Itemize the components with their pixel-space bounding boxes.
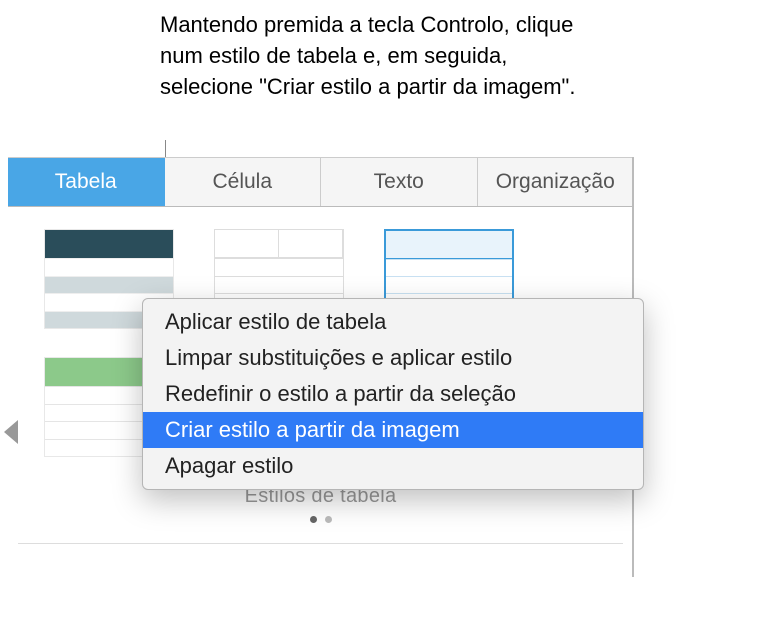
instruction-callout: Mantendo premida a tecla Controlo, cliqu… bbox=[160, 10, 600, 102]
menu-apply-style[interactable]: Aplicar estilo de tabela bbox=[143, 304, 643, 340]
menu-clear-overrides[interactable]: Limpar substituições e aplicar estilo bbox=[143, 340, 643, 376]
tab-text[interactable]: Texto bbox=[321, 158, 478, 206]
page-dot-icon bbox=[325, 516, 332, 523]
inspector-tab-bar: Tabela Célula Texto Organização bbox=[8, 157, 633, 207]
style-context-menu: Aplicar estilo de tabela Limpar substitu… bbox=[142, 298, 644, 490]
styles-page-indicator[interactable] bbox=[44, 516, 597, 523]
tab-organization[interactable]: Organização bbox=[478, 158, 634, 206]
page-dot-icon bbox=[310, 516, 317, 523]
menu-redefine-style[interactable]: Redefinir o estilo a partir da seleção bbox=[143, 376, 643, 412]
menu-create-style-from-image[interactable]: Criar estilo a partir da imagem bbox=[143, 412, 643, 448]
tab-cell[interactable]: Célula bbox=[165, 158, 322, 206]
divider bbox=[18, 543, 623, 544]
styles-prev-arrow-icon[interactable] bbox=[4, 420, 18, 444]
tab-table[interactable]: Tabela bbox=[8, 158, 165, 206]
menu-delete-style[interactable]: Apagar estilo bbox=[143, 448, 643, 484]
